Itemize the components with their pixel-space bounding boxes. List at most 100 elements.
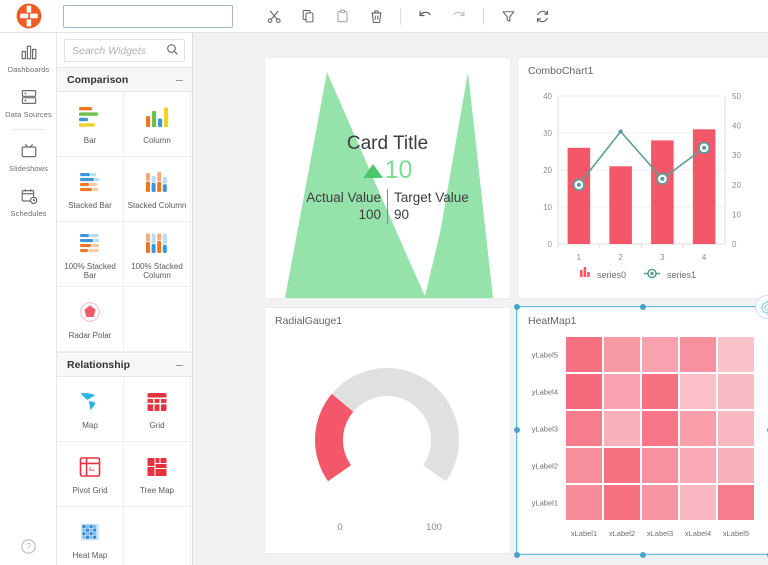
svg-text:yLabel1: yLabel1	[532, 499, 558, 508]
svg-text:xLabel2: xLabel2	[609, 529, 635, 538]
card-title: Card Title	[346, 132, 429, 154]
widget-item-radar-polar[interactable]: Radar Polar	[57, 287, 124, 352]
slideshows-icon	[21, 143, 36, 158]
widget-item-stacked-column[interactable]: Stacked Column	[124, 157, 191, 222]
top-bar	[0, 0, 768, 33]
sidebar-item-data-sources[interactable]: Data Sources	[0, 78, 57, 123]
combo-chart-plot: 0 10 20 30 40 0 10 20 30 40 50 1 2 3 4 series0 series1	[543, 92, 741, 280]
filter-icon	[502, 10, 514, 22]
undo-button[interactable]	[408, 0, 442, 33]
search-widgets-wrap	[57, 33, 192, 67]
sidebar-item-schedules[interactable]: Schedules	[0, 177, 57, 222]
card-actual-label: Actual Value	[306, 189, 381, 205]
paste-button[interactable]	[325, 0, 359, 33]
dashboard-title-input[interactable]	[63, 4, 233, 28]
pct-stacked-column-icon	[142, 228, 172, 258]
widget-item-bar[interactable]: Bar	[57, 92, 124, 157]
svg-text:20: 20	[543, 166, 552, 175]
search-icon	[166, 43, 179, 61]
svg-text:yLabel3: yLabel3	[532, 425, 558, 434]
svg-text:0: 0	[548, 240, 553, 249]
redo-button[interactable]	[442, 0, 476, 33]
widget-item-label: Tree Map	[140, 486, 174, 496]
sidebar-item-slideshows[interactable]: Slideshows	[0, 132, 57, 177]
widget-grid-filler	[124, 287, 191, 352]
delete-icon	[370, 9, 382, 23]
data-sources-icon	[21, 89, 36, 104]
card-actual-column: Actual Value 100	[306, 188, 388, 224]
widget-item-label: Column	[143, 136, 171, 146]
widget-item-heat-map[interactable]: Heat Map	[57, 507, 124, 565]
widget-item-pivot-grid[interactable]: Pivot Grid	[57, 442, 124, 507]
cut-icon	[267, 10, 281, 23]
section-header-relationship[interactable]: Relationship –	[57, 352, 192, 377]
widget-grid-comparison: Bar Column Stacked Bar Stacked Column 10…	[57, 92, 192, 352]
tree-map-icon	[142, 452, 172, 482]
widget-item-pct-stacked-column[interactable]: 100% Stacked Column	[124, 222, 191, 287]
delete-button[interactable]	[359, 0, 393, 33]
svg-text:yLabel5: yLabel5	[532, 351, 558, 360]
svg-text:xLabel4: xLabel4	[685, 529, 711, 538]
svg-text:xLabel5: xLabel5	[723, 529, 749, 538]
widget-card[interactable]: Card Title 10 Actual Value 100 Target Va…	[265, 58, 510, 298]
dashboard-canvas[interactable]: Card Title 10 Actual Value 100 Target Va…	[193, 33, 768, 565]
sidebar-item-dashboards[interactable]: Dashboards	[0, 33, 57, 78]
pct-stacked-bar-icon	[75, 228, 105, 258]
app-logo[interactable]	[0, 0, 57, 33]
widget-item-label: Radar Polar	[68, 331, 112, 341]
undo-icon	[419, 11, 431, 17]
widget-item-map[interactable]: Map	[57, 377, 124, 442]
refresh-icon	[536, 10, 548, 22]
search-box[interactable]	[64, 39, 185, 62]
svg-text:yLabel4: yLabel4	[532, 388, 558, 397]
widget-item-label: Stacked Column	[127, 201, 187, 211]
pivot-grid-icon	[75, 452, 105, 482]
card-delta-value: 10	[384, 155, 413, 184]
card-actual-value: 100	[358, 206, 381, 222]
widget-item-label: Stacked Bar	[68, 201, 112, 211]
paste-icon	[337, 9, 347, 22]
help-icon: ?	[21, 539, 36, 554]
widget-item-stacked-bar[interactable]: Stacked Bar	[57, 157, 124, 222]
cut-button[interactable]	[257, 0, 291, 33]
heat-map-plot: yLabel5 yLabel4 yLabel3 yLabel2 yLabel1 xLabe…	[532, 337, 754, 538]
svg-text:yLabel2: yLabel2	[532, 462, 558, 471]
card-target-value: 90	[394, 206, 410, 222]
filter-button[interactable]	[491, 0, 525, 33]
sidebar-item-label: Data Sources	[5, 110, 52, 119]
section-header-comparison[interactable]: Comparison –	[57, 67, 192, 92]
collapse-icon[interactable]: –	[176, 358, 183, 371]
svg-text:4: 4	[702, 253, 707, 262]
left-navigation-rail: Dashboards Data Sources Slideshows Sched…	[0, 33, 57, 565]
widget-item-column[interactable]: Column	[124, 92, 191, 157]
collapse-icon[interactable]: –	[176, 73, 183, 86]
widget-item-label: Pivot Grid	[72, 486, 108, 496]
svg-text:0: 0	[337, 522, 342, 533]
app-root: Dashboards Data Sources Slideshows Sched…	[0, 0, 768, 565]
svg-text:30: 30	[543, 129, 552, 138]
svg-text:series0: series0	[597, 270, 626, 280]
toolbar-separator-2	[483, 7, 484, 25]
card-delta-row: 10	[362, 155, 413, 184]
widget-item-pct-stacked-bar[interactable]: 100% Stacked Bar	[57, 222, 124, 287]
widget-panel: Comparison – Bar	[57, 33, 193, 565]
svg-text:1: 1	[577, 253, 582, 262]
widget-combo-chart[interactable]: ComboChart1 0 10 20 30 40 0 10 20 30 40 50 1 2 3 4 seri…	[518, 58, 768, 298]
svg-text:0: 0	[732, 240, 737, 249]
card-content: Card Title 10 Actual Value 100 Target Va…	[265, 58, 510, 298]
svg-text:xLabel3: xLabel3	[647, 529, 673, 538]
widget-title: RadialGauge1	[275, 315, 343, 327]
widget-radial-gauge[interactable]: RadialGauge1 0 100	[265, 308, 510, 553]
widget-item-grid[interactable]: Grid	[124, 377, 191, 442]
widget-item-tree-map[interactable]: Tree Map	[124, 442, 191, 507]
refresh-button[interactable]	[525, 0, 559, 33]
redo-icon	[453, 11, 465, 17]
widget-heat-map[interactable]: HeatMap1 yLabel5 yLabel4 yLabel3 yLabel2 yLa…	[518, 308, 768, 553]
radial-gauge-plot: 0 100	[315, 368, 459, 533]
help-button[interactable]: ?	[0, 538, 57, 555]
svg-text:?: ?	[26, 542, 31, 552]
card-target-label: Target Value	[394, 189, 469, 205]
card-target-column: Target Value 90	[388, 189, 469, 224]
svg-text:2: 2	[618, 253, 623, 262]
copy-button[interactable]	[291, 0, 325, 33]
